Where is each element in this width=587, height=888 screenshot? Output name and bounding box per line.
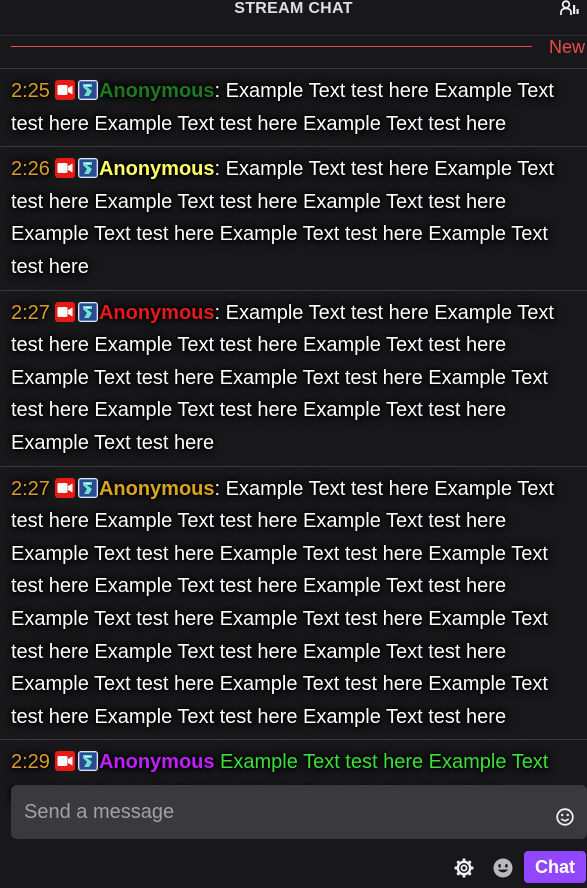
message-username[interactable]: Anonymous	[99, 80, 215, 102]
message-username[interactable]: Anonymous	[99, 302, 215, 324]
new-messages-label: New	[548, 37, 585, 57]
stream-chat-panel: STREAM CHAT New 2:25 Anonymous: Example T…	[0, 0, 587, 888]
new-messages-divider: New	[0, 37, 587, 57]
message-input[interactable]	[11, 785, 541, 839]
live-camera-icon	[54, 80, 75, 100]
message-username[interactable]: Anonymous	[99, 751, 215, 773]
chat-footer: Chat	[0, 848, 587, 888]
message-timestamp: 2:26	[11, 158, 50, 181]
message-list: 2:25 Anonymous: Example Text test here Ex…	[0, 68, 587, 815]
live-camera-icon	[54, 301, 75, 322]
turbo-badge-icon	[77, 751, 98, 772]
message-timestamp: 2:25	[11, 80, 50, 102]
chat-message: 2:27 Anonymous: Example Text test here Ex…	[0, 465, 587, 740]
gear-icon[interactable]	[453, 857, 475, 879]
message-text: Example Text test here Example Text test…	[11, 301, 554, 454]
message-timestamp: 2:27	[11, 477, 50, 500]
divider-line	[11, 46, 532, 47]
turbo-badge-icon	[77, 158, 98, 179]
emote-face-icon[interactable]	[492, 857, 514, 879]
chat-title: STREAM CHAT	[234, 0, 353, 17]
live-camera-icon	[54, 751, 75, 772]
users-icon[interactable]	[560, 0, 580, 18]
chat-message: 2:25 Anonymous: Example Text test here Ex…	[0, 68, 587, 146]
chat-header: STREAM CHAT	[0, 0, 587, 36]
turbo-badge-icon	[77, 477, 98, 498]
live-camera-icon	[54, 477, 75, 498]
message-text: Example Text test here Example Text test…	[11, 477, 554, 728]
live-camera-icon	[54, 158, 75, 179]
send-chat-button[interactable]: Chat	[524, 851, 586, 883]
message-username[interactable]: Anonymous	[99, 478, 215, 500]
chat-message: 2:26 Anonymous: Example Text test here Ex…	[0, 146, 587, 289]
message-timestamp: 2:27	[11, 301, 50, 324]
chat-message: 2:27 Anonymous: Example Text test here Ex…	[0, 289, 587, 466]
message-username[interactable]: Anonymous	[99, 158, 215, 180]
message-composer	[11, 785, 587, 839]
turbo-badge-icon	[77, 80, 98, 100]
smiley-icon[interactable]	[555, 807, 575, 827]
message-timestamp: 2:29	[11, 751, 50, 774]
turbo-badge-icon	[77, 301, 98, 322]
